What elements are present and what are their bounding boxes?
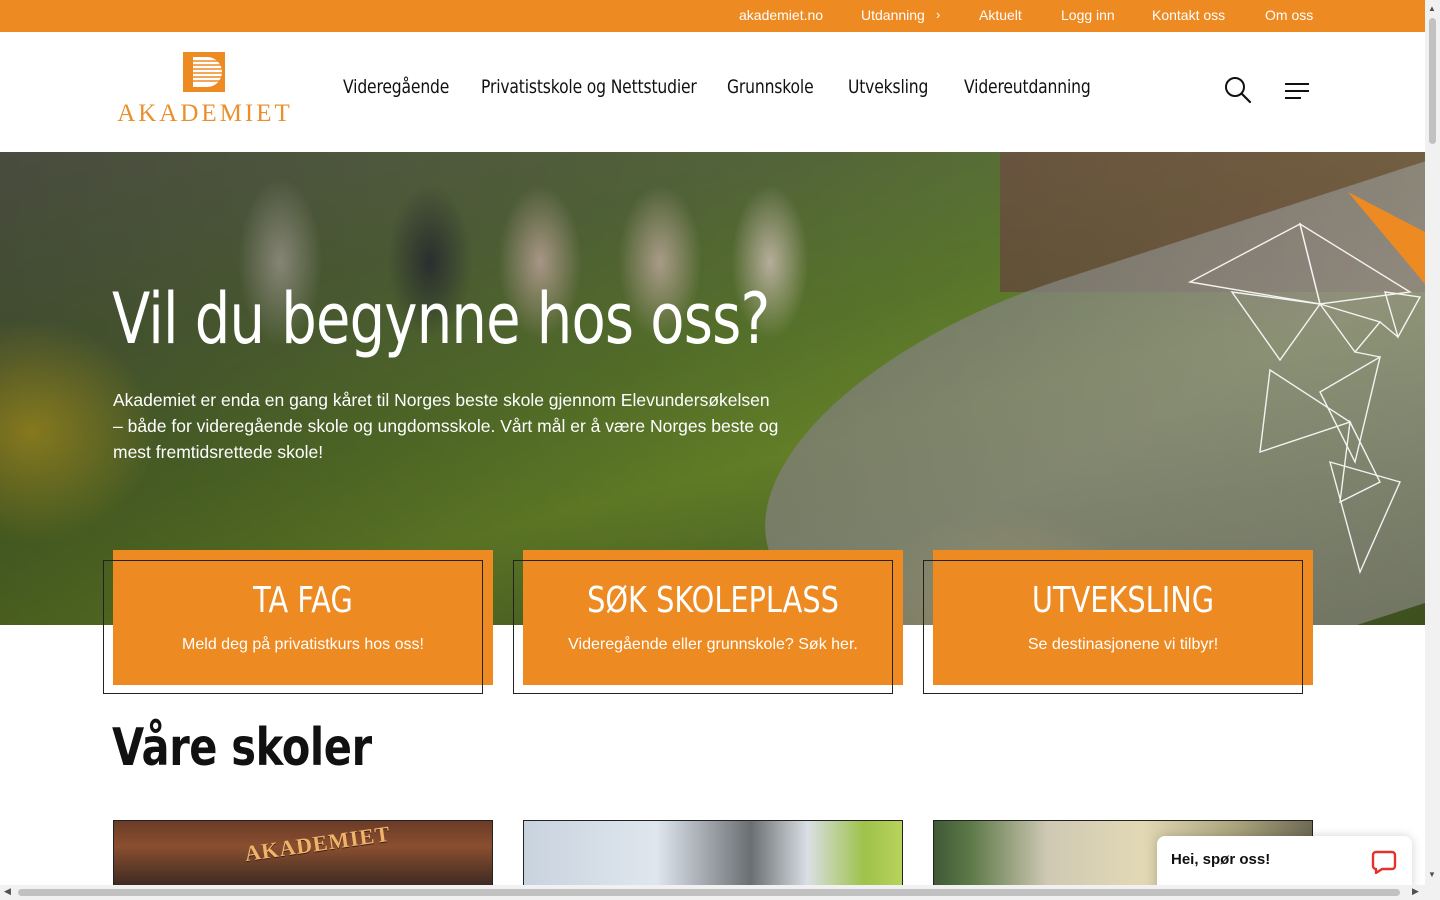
hero-title: Vil du begynne hos oss?: [112, 278, 770, 360]
nav-item-privatistskole[interactable]: Privatistskole og Nettstudier: [481, 76, 697, 98]
logo-text: AKADEMIET: [117, 100, 293, 127]
search-icon[interactable]: [1224, 76, 1252, 104]
chat-label: Hei, spør oss!: [1171, 851, 1271, 868]
horizontal-scrollbar-thumb[interactable]: [18, 889, 1400, 896]
nav-item-utveksling[interactable]: Utveksling: [848, 76, 928, 98]
hero-description: Akademiet er enda en gang kåret til Norg…: [113, 390, 779, 462]
topbar-link-utdanning[interactable]: Utdanning: [861, 0, 925, 32]
cta-frame-decoration: [513, 560, 893, 694]
chat-widget[interactable]: Hei, spør oss!: [1157, 836, 1412, 890]
topbar-link-aktuelt[interactable]: Aktuelt: [979, 0, 1022, 32]
schools-section-title: Våre skoler: [112, 718, 372, 778]
nav-item-grunnskole[interactable]: Grunnskole: [727, 76, 814, 98]
menu-icon[interactable]: [1284, 81, 1310, 101]
topbar-link-kontakt-oss[interactable]: Kontakt oss: [1152, 0, 1225, 32]
site-header: AKADEMIET Videregående Privatistskole og…: [0, 32, 1425, 152]
scroll-right-arrow-icon[interactable]: ▶: [1412, 886, 1419, 897]
school-card[interactable]: [523, 820, 903, 886]
scroll-up-arrow-icon[interactable]: ▲: [1428, 4, 1436, 13]
topbar-link-om-oss[interactable]: Om oss: [1265, 0, 1313, 32]
nav-item-videreutdanning[interactable]: Videreutdanning: [964, 76, 1091, 98]
school-sign-text: AKADEMIET: [242, 820, 393, 867]
chat-bubble-icon[interactable]: [1371, 848, 1397, 874]
cta-frame-decoration: [103, 560, 483, 694]
vertical-scrollbar-thumb[interactable]: [1429, 18, 1436, 144]
chevron-right-icon[interactable]: ›: [936, 0, 940, 32]
school-card[interactable]: AKADEMIET: [113, 820, 493, 886]
topbar-link-akademiet[interactable]: akademiet.no: [739, 0, 823, 32]
cta-frame-decoration: [923, 560, 1303, 694]
logo-mark-icon: [183, 52, 225, 92]
top-utility-bar: akademiet.no Utdanning › Aktuelt Logg in…: [0, 0, 1425, 32]
logo-link[interactable]: AKADEMIET: [113, 52, 297, 128]
nav-item-videregaende[interactable]: Videregående: [343, 76, 449, 98]
scroll-left-arrow-icon[interactable]: ◀: [4, 886, 11, 897]
topbar-link-logg-inn[interactable]: Logg inn: [1061, 0, 1115, 32]
scroll-down-arrow-icon[interactable]: ▼: [1428, 870, 1436, 879]
